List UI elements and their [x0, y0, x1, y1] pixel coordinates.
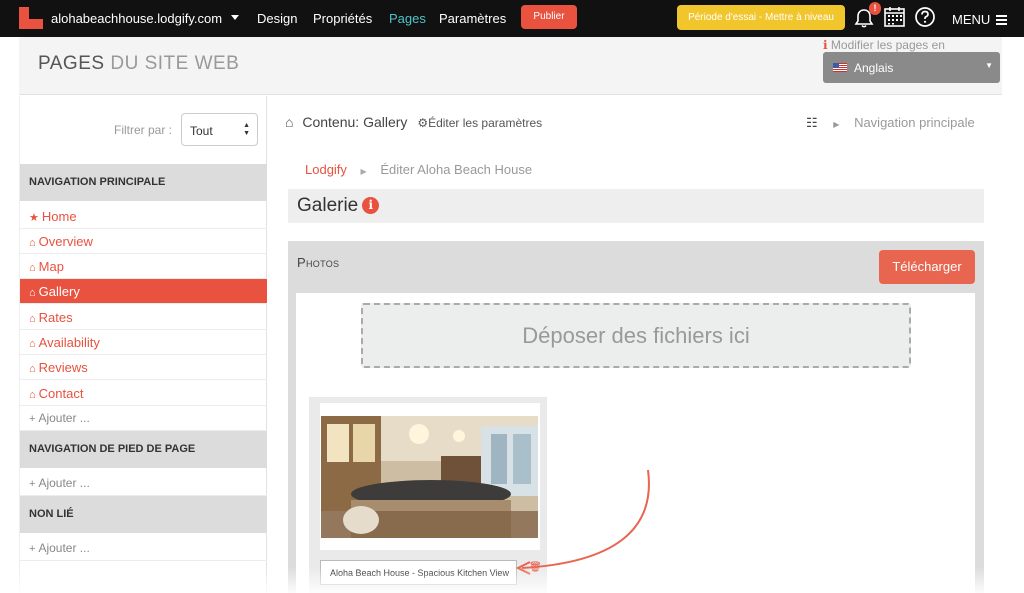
photos-title: Photos — [297, 255, 340, 270]
caret-right-icon: ▶ — [360, 167, 367, 176]
home-icon: ⌂ — [29, 262, 36, 274]
nav-settings[interactable]: Paramètres — [439, 11, 506, 26]
caret-right-icon: ▶ — [833, 120, 840, 129]
language-value: Anglais — [854, 61, 894, 75]
sidebar-item-home[interactable]: ★ Home — [20, 204, 267, 229]
sidebar-item-label: Home — [41, 209, 77, 224]
upload-button[interactable]: Télécharger — [879, 250, 975, 284]
language-label-text: Modifier les pages en — [830, 38, 945, 52]
page-title: PAGES DU SITE WEB — [38, 53, 239, 75]
notification-badge: ! — [869, 2, 881, 15]
sidebar-item-label: Overview — [38, 234, 93, 249]
sidebar-item-label: Rates — [38, 310, 73, 325]
home-icon: ⌂ — [29, 363, 36, 375]
sidebar-item-reviews[interactable]: ⌂ Reviews — [20, 355, 267, 380]
nav-properties[interactable]: Propriétés — [313, 11, 372, 26]
navigation-indicator: ☷ ▶ Navigation principale — [806, 115, 975, 131]
dropzone[interactable]: Déposer des fichiers ici — [361, 303, 911, 368]
hamburger-icon — [995, 15, 1007, 25]
gear-icon: ⚙ — [417, 116, 429, 130]
section-footer-navigation: NAVIGATION DE PIED DE PAGE — [20, 431, 267, 468]
home-icon: ⌂ — [29, 338, 36, 350]
add-footer-nav-button[interactable]: + Ajouter ... — [20, 471, 267, 496]
plus-icon: + — [29, 413, 36, 425]
add-label: Ajouter ... — [38, 541, 90, 555]
chevron-down-icon[interactable] — [231, 15, 239, 20]
edit-settings-label: Éditer les paramètres — [428, 116, 543, 130]
nav-design[interactable]: Design — [257, 11, 297, 26]
sidebar-item-label: Availability — [38, 335, 100, 350]
sidebar-item-label: Reviews — [38, 360, 88, 375]
annotation-arrow — [515, 469, 650, 575]
gallery-title: Galerie i — [297, 195, 380, 217]
section-unlinked: NON LIÉ — [20, 496, 267, 533]
lodgify-logo[interactable] — [19, 7, 43, 29]
page-title-main: PAGES — [38, 53, 105, 74]
sidebar-item-contact[interactable]: ⌂ Contact — [20, 381, 267, 406]
add-unlinked-button[interactable]: + Ajouter ... — [20, 536, 267, 561]
photo-caption-input[interactable]: Aloha Beach House - Spacious Kitchen Vie… — [320, 560, 517, 585]
sidebar-item-label: Contact — [38, 386, 84, 401]
home-icon: ⌂ — [29, 313, 36, 325]
add-label: Ajouter ... — [38, 476, 90, 490]
filter-label: Filtrer par : — [114, 123, 173, 137]
plus-icon: + — [29, 543, 36, 555]
site-selector[interactable]: alohabeachhouse.lodgify.com — [51, 11, 222, 26]
section-main-navigation: NAVIGATION PRINCIPALE — [20, 164, 267, 201]
page-header: PAGES DU SITE WEB ℹ Modifier les pages e… — [19, 37, 1002, 95]
breadcrumb-current: Éditer Aloha Beach House — [380, 162, 533, 177]
nav-pages[interactable]: Pages — [389, 11, 426, 26]
sidebar: Filtrer par : Tout ▲ ▼ NAVIGATION PRINCIP… — [19, 96, 267, 593]
info-icon[interactable]: i — [362, 197, 380, 214]
home-icon: ⌂ — [29, 287, 36, 299]
trial-upgrade-button[interactable]: Période d'essai - Mettre à niveau — [677, 5, 845, 30]
us-flag-icon — [833, 63, 847, 72]
top-bar: alohabeachhouse.lodgify.com Design Propr… — [0, 0, 1024, 37]
navigation-label: Navigation principale — [854, 115, 975, 130]
gallery-header: Galerie i — [288, 189, 984, 223]
info-icon: ℹ — [823, 38, 828, 52]
menu-button[interactable]: MENU — [952, 12, 1007, 27]
add-main-nav-button[interactable]: + Ajouter ... — [20, 406, 267, 431]
calendar-icon[interactable] — [883, 6, 906, 28]
gallery-title-text: Galerie — [297, 195, 359, 216]
help-icon[interactable] — [914, 6, 936, 28]
plus-icon: + — [29, 478, 36, 490]
sidebar-item-gallery[interactable]: ⌂ Gallery — [20, 279, 267, 304]
sidebar-item-label: Map — [38, 259, 64, 274]
caret-down-icon: ▼ — [985, 61, 993, 70]
breadcrumb-lodgify[interactable]: Lodgify — [305, 162, 347, 177]
sitemap-icon: ☷ — [806, 115, 818, 130]
language-label: ℹ Modifier les pages en — [823, 38, 945, 52]
filter-select[interactable]: Tout ▲ ▼ — [181, 113, 258, 146]
home-icon: ⌂ — [285, 114, 294, 130]
filter-value: Tout — [190, 124, 213, 138]
publish-button[interactable]: Publier — [521, 5, 577, 29]
sidebar-item-availability[interactable]: ⌂ Availability — [20, 330, 267, 355]
breadcrumb: Lodgify ▶ Éditer Aloha Beach House — [305, 162, 532, 177]
content-label: Contenu: Gallery — [302, 114, 408, 130]
sidebar-item-rates[interactable]: ⌂ Rates — [20, 305, 267, 330]
sidebar-item-map[interactable]: ⌂ Map — [20, 254, 267, 279]
page-title-sub: DU SITE WEB — [110, 53, 240, 74]
sidebar-item-overview[interactable]: ⌂ Overview — [20, 229, 267, 254]
language-select[interactable]: Anglais ▼ — [823, 52, 1000, 83]
edit-settings-link[interactable]: ⚙Éditer les paramètres — [417, 116, 542, 130]
home-icon: ⌂ — [29, 237, 36, 249]
star-icon: ★ — [29, 212, 39, 224]
add-label: Ajouter ... — [38, 411, 90, 425]
menu-label: MENU — [952, 12, 991, 27]
sidebar-item-label: Gallery — [38, 284, 80, 299]
content-header: ⌂ Contenu: Gallery ⚙Éditer les paramètre… — [285, 114, 542, 130]
home-icon: ⌂ — [29, 389, 36, 401]
updown-icon: ▲ ▼ — [243, 122, 250, 137]
